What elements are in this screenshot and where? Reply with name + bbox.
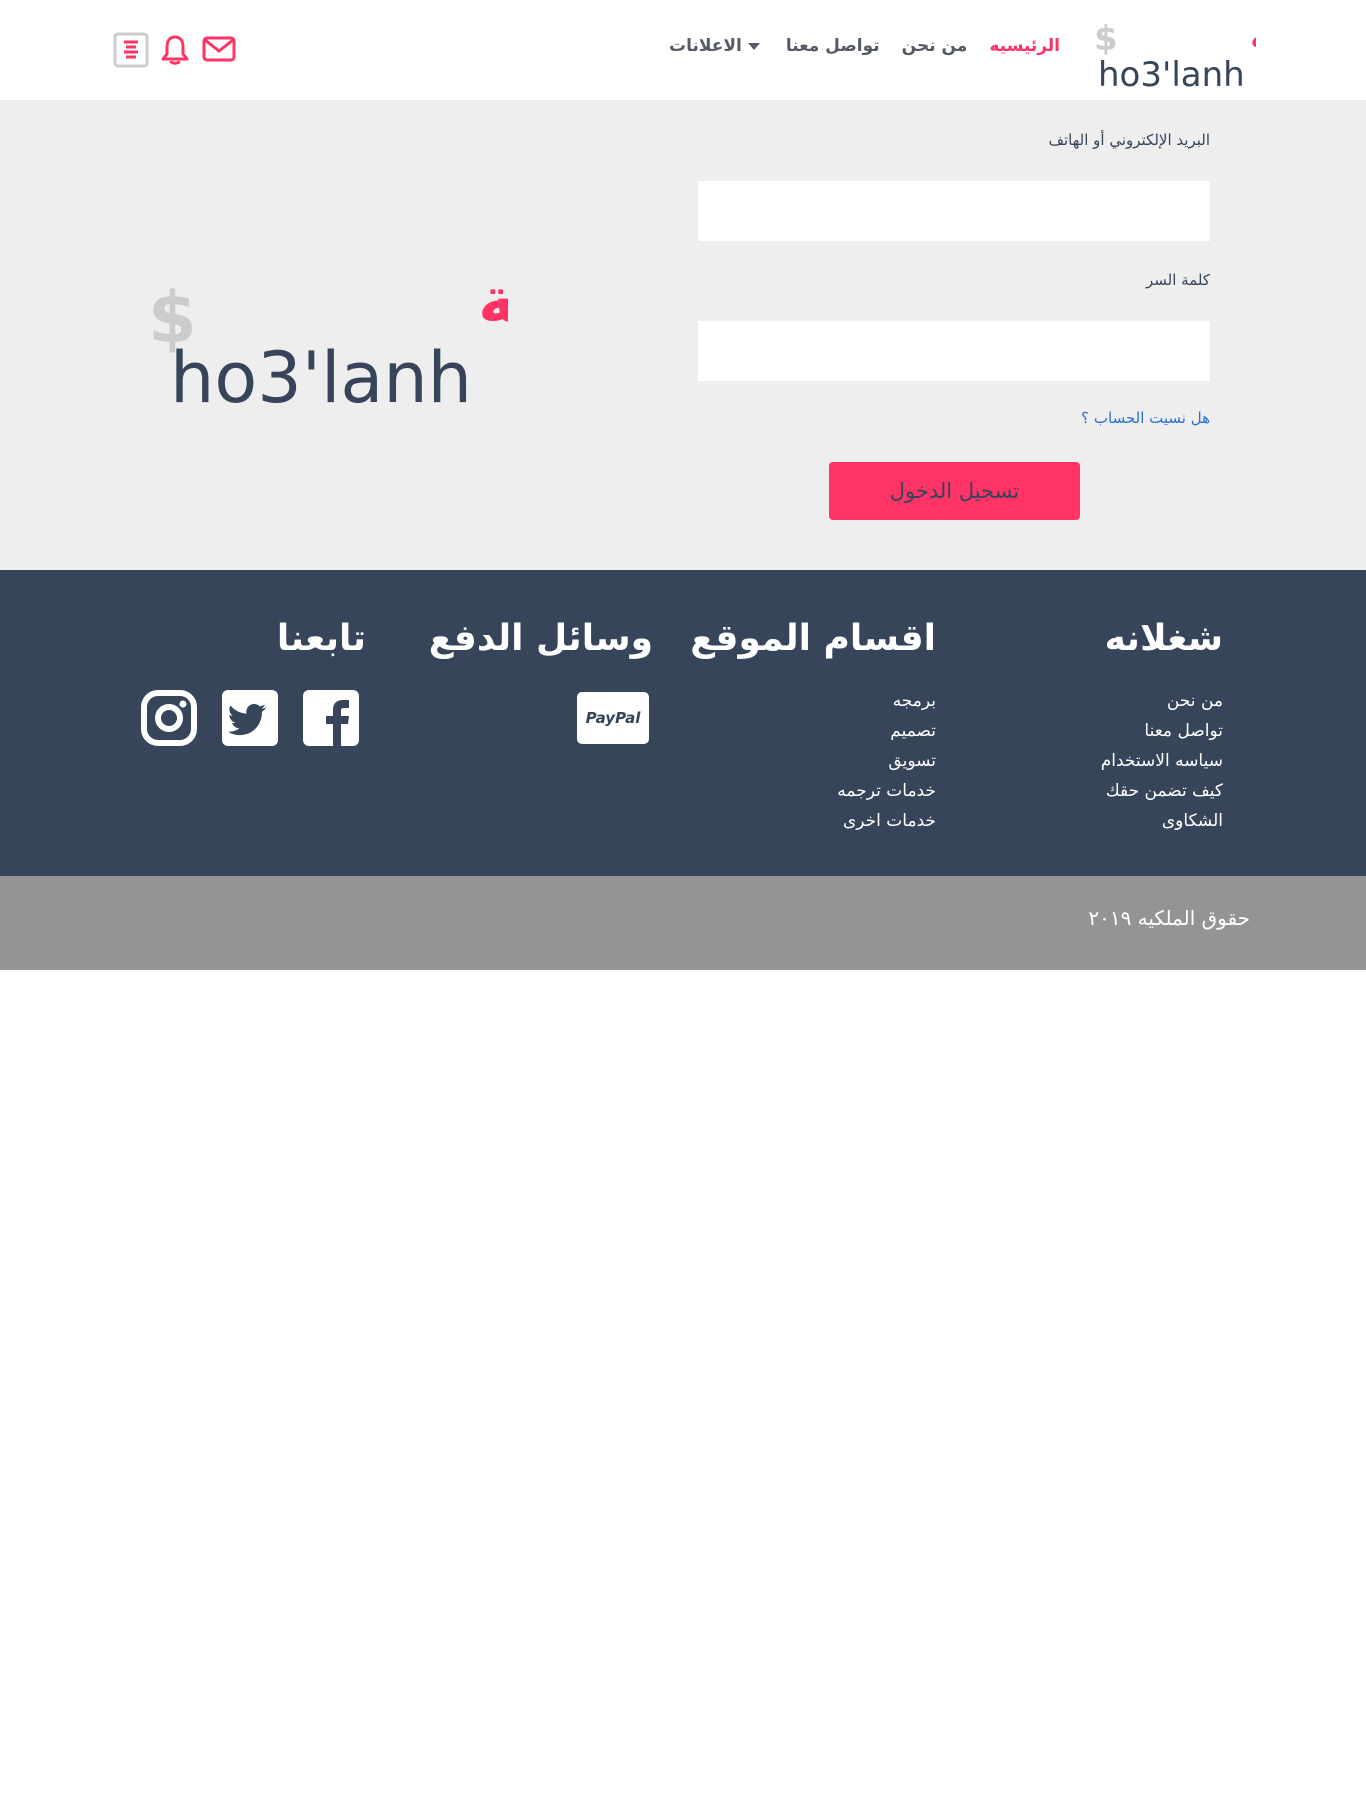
logo-arabic-text: شغلانة: [1250, 16, 1256, 57]
footer-link-translation[interactable]: خدمات ترجمه: [837, 776, 936, 806]
password-field[interactable]: [698, 321, 1210, 381]
svg-text:$: $: [148, 277, 197, 359]
login-section: البريد الإلكتروني أو الهاتف كلمة السر هل…: [0, 100, 1366, 570]
password-label: كلمة السر: [1146, 271, 1210, 289]
email-label: البريد الإلكتروني أو الهاتف: [1048, 131, 1210, 149]
footer-links-sections: برمجه تصميم تسويق خدمات ترجمه خدمات اخرى: [837, 686, 936, 836]
brand-logo-large: شغلانة ho3'lanh $: [148, 264, 508, 410]
footer-title-brand: شغلانه: [1104, 618, 1223, 659]
brand-logo-latin: ho3'lanh: [170, 337, 472, 410]
nav-item-contact[interactable]: تواصل معنا: [786, 36, 880, 56]
site-logo[interactable]: شغلانة ho3'lanh $: [1090, 12, 1256, 90]
facebook-icon[interactable]: [303, 690, 359, 746]
footer-link-complaints[interactable]: الشكاوى: [1101, 806, 1223, 836]
nav-ads-label: الاعلانات: [669, 36, 742, 56]
nav-item-home[interactable]: الرئيسيه: [989, 36, 1060, 56]
paypal-icon[interactable]: PayPal: [577, 692, 649, 744]
footer-title-sections: اقسام الموقع: [690, 618, 936, 659]
twitter-icon[interactable]: [222, 690, 278, 746]
menu-icon[interactable]: [113, 32, 149, 68]
chevron-down-icon: [747, 42, 760, 50]
bell-icon[interactable]: [160, 34, 190, 66]
footer-link-marketing[interactable]: تسويق: [837, 746, 936, 776]
svg-text:$: $: [1094, 19, 1118, 59]
site-footer: شغلانه من نحن تواصل معنا سياسه الاستخدام…: [0, 570, 1366, 876]
footer-link-contact[interactable]: تواصل معنا: [1101, 716, 1223, 746]
email-field[interactable]: [698, 181, 1210, 241]
login-button[interactable]: تسجيل الدخول: [829, 462, 1080, 520]
footer-link-usage-policy[interactable]: سياسه الاستخدام: [1101, 746, 1223, 776]
footer-links-brand: من نحن تواصل معنا سياسه الاستخدام كيف تض…: [1101, 686, 1223, 836]
footer-link-design[interactable]: تصميم: [837, 716, 936, 746]
footer-link-about[interactable]: من نحن: [1101, 686, 1223, 716]
nav-item-ads-dropdown[interactable]: الاعلانات: [669, 36, 764, 56]
brand-logo-arabic: شغلانة: [478, 264, 508, 338]
main-nav: الرئيسيه من نحن تواصل معنا الاعلانات: [669, 36, 1060, 56]
footer-link-programming[interactable]: برمجه: [837, 686, 936, 716]
copyright-bar: حقوق الملكيه ٢٠١٩: [0, 876, 1366, 970]
copyright-text: حقوق الملكيه ٢٠١٩: [1088, 906, 1250, 930]
footer-title-follow: تابعنا: [276, 618, 366, 659]
footer-link-guarantee[interactable]: كيف تضمن حقك: [1101, 776, 1223, 806]
nav-item-about[interactable]: من نحن: [902, 36, 968, 56]
footer-title-payment: وسائل الدفع: [428, 618, 653, 659]
logo-latin-text: ho3'lanh: [1098, 55, 1245, 90]
mail-icon[interactable]: [202, 36, 236, 62]
footer-link-other[interactable]: خدمات اخرى: [837, 806, 936, 836]
forgot-account-link[interactable]: هل نسيت الحساب ؟: [1081, 409, 1210, 427]
instagram-icon[interactable]: [141, 690, 197, 746]
site-header: شغلانة ho3'lanh $ الرئيسيه من نحن تواصل …: [0, 0, 1366, 100]
